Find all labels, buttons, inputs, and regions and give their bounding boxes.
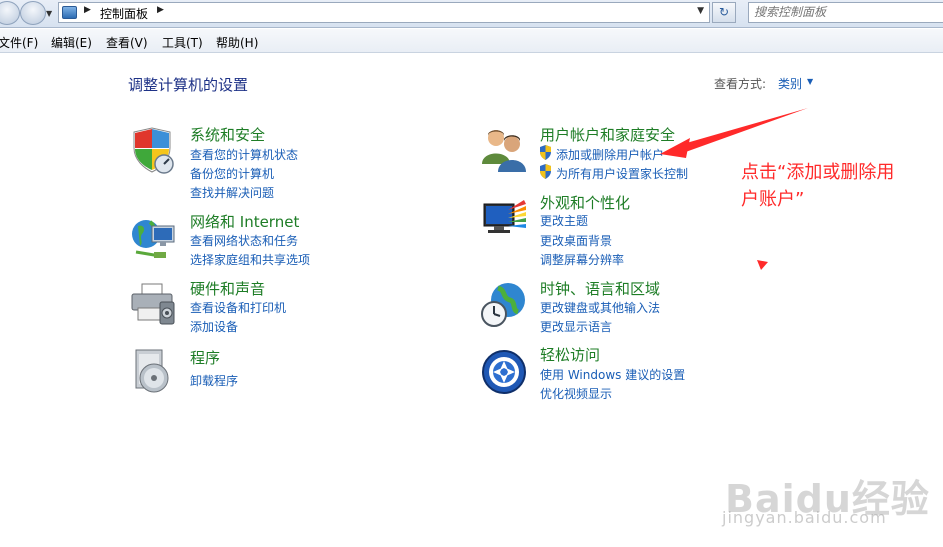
chevron-down-icon[interactable]: ▼	[807, 77, 813, 86]
menu-help[interactable]: 帮助(H)	[216, 34, 258, 51]
breadcrumb-arrow-icon[interactable]: ▶	[157, 5, 164, 15]
category-ease-of-access[interactable]: 轻松访问	[540, 344, 600, 365]
category-hardware-sound[interactable]: 硬件和声音	[190, 278, 265, 299]
annotation-line-2: 户账户”	[741, 189, 805, 210]
category-network-internet[interactable]: 网络和 Internet	[190, 211, 299, 232]
users-icon[interactable]	[480, 126, 528, 174]
address-dropdown-icon[interactable]: ▼	[697, 6, 704, 16]
uac-shield-icon	[540, 164, 551, 179]
address-bar: ▼ ▶ 控制面板 ▶ ▼ ↻	[0, 0, 943, 28]
uac-shield-icon	[540, 145, 551, 160]
refresh-icon: ↻	[718, 5, 730, 19]
link-adjust-resolution[interactable]: 调整屏幕分辨率	[540, 251, 624, 268]
link-network-status[interactable]: 查看网络状态和任务	[190, 232, 298, 249]
refresh-button[interactable]: ↻	[712, 2, 736, 23]
category-user-accounts[interactable]: 用户帐户和家庭安全	[540, 124, 675, 145]
link-troubleshoot[interactable]: 查找并解决问题	[190, 184, 274, 201]
monitor-palette-icon[interactable]	[480, 196, 528, 244]
printer-icon[interactable]	[130, 280, 178, 328]
link-devices-printers[interactable]: 查看设备和打印机	[190, 299, 286, 316]
menu-file[interactable]: 文件(F)	[0, 34, 38, 51]
content-area: 调整计算机的设置 查看方式: 类别 ▼ 系统和安全 查看您的计算机状态 备份您的…	[0, 54, 943, 547]
link-backup-computer[interactable]: 备份您的计算机	[190, 165, 274, 182]
link-optimize-visual-display[interactable]: 优化视频显示	[540, 385, 612, 402]
link-change-keyboard-input[interactable]: 更改键盘或其他输入法	[540, 299, 660, 316]
forward-button[interactable]	[20, 1, 46, 25]
menu-tools[interactable]: 工具(T)	[162, 34, 203, 51]
category-appearance[interactable]: 外观和个性化	[540, 192, 630, 213]
search-input[interactable]	[754, 5, 934, 19]
watermark-url: jingyan.baidu.com	[722, 508, 887, 527]
link-change-desktop-background[interactable]: 更改桌面背景	[540, 232, 612, 249]
menu-bar: 文件(F) 编辑(E) 查看(V) 工具(T) 帮助(H)	[0, 29, 943, 53]
breadcrumb-control-panel[interactable]: 控制面板	[100, 5, 148, 22]
page-title: 调整计算机的设置	[128, 76, 249, 94]
link-add-device[interactable]: 添加设备	[190, 318, 238, 335]
link-change-display-language[interactable]: 更改显示语言	[540, 318, 612, 335]
programs-disc-icon[interactable]	[130, 348, 178, 396]
category-clock-language-region[interactable]: 时钟、语言和区域	[540, 278, 660, 299]
link-parental-controls[interactable]: 为所有用户设置家长控制	[556, 165, 688, 182]
recent-pages-dropdown-icon[interactable]: ▼	[46, 9, 52, 18]
category-programs[interactable]: 程序	[190, 347, 220, 368]
globe-clock-icon[interactable]	[480, 280, 528, 328]
back-button[interactable]	[0, 1, 20, 25]
search-box[interactable]	[748, 2, 943, 23]
link-view-computer-status[interactable]: 查看您的计算机状态	[190, 146, 298, 163]
control-panel-icon	[62, 6, 77, 19]
network-globe-icon[interactable]	[130, 214, 178, 262]
link-change-theme[interactable]: 更改主题	[540, 212, 588, 229]
breadcrumb-arrow-icon[interactable]: ▶	[84, 5, 91, 15]
link-homegroup-sharing[interactable]: 选择家庭组和共享选项	[190, 251, 310, 268]
view-by-label: 查看方式:	[714, 77, 767, 91]
ease-of-access-icon[interactable]	[480, 348, 528, 396]
menu-view[interactable]: 查看(V)	[106, 34, 148, 51]
menu-edit[interactable]: 编辑(E)	[51, 34, 92, 51]
link-uninstall-program[interactable]: 卸载程序	[190, 372, 238, 389]
view-by-dropdown[interactable]: 类别	[778, 75, 802, 92]
address-field[interactable]: ▶ 控制面板 ▶ ▼	[58, 2, 710, 23]
link-add-remove-user-accounts[interactable]: 添加或删除用户帐户	[556, 146, 664, 163]
control-panel-window: ▼ ▶ 控制面板 ▶ ▼ ↻ 文件(F) 编辑(E) 查看(V) 工具(T) 帮…	[0, 0, 943, 547]
category-system-security[interactable]: 系统和安全	[190, 124, 265, 145]
link-windows-recommended-settings[interactable]: 使用 Windows 建议的设置	[540, 366, 685, 383]
security-shield-icon[interactable]	[130, 126, 178, 174]
annotation-line-1: 点击“添加或删除用	[741, 162, 895, 183]
annotation-text: 点击“添加或删除用 户账户”	[741, 159, 941, 213]
